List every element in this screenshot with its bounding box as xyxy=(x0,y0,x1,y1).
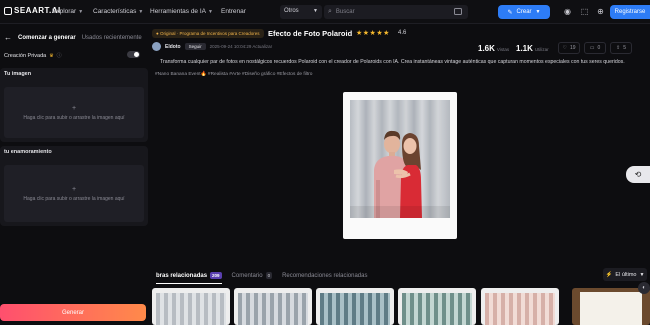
chevron-down-icon: ▼ xyxy=(639,271,645,278)
gift-icon[interactable]: ⬚ xyxy=(579,6,590,17)
related-thumbnail[interactable] xyxy=(481,288,559,325)
history-button[interactable]: ⟲ xyxy=(626,166,650,183)
tab-start-generating[interactable]: Comenzar a generar xyxy=(18,35,76,41)
plus-icon: + xyxy=(71,104,77,112)
plus-icon: + xyxy=(71,185,77,193)
back-arrow-icon[interactable]: ← xyxy=(4,33,12,42)
uses-stat: 1.1K Utilizar xyxy=(516,44,549,53)
couple-photo-illustration xyxy=(350,100,450,218)
private-toggle[interactable] xyxy=(127,51,140,58)
top-bar: SEAART.AI Explorar ▼ Características ▼ Her… xyxy=(0,0,650,24)
share-icon: ⇪ xyxy=(616,45,621,51)
related-thumbnail[interactable] xyxy=(398,288,476,325)
language-icon[interactable]: ⊕ xyxy=(595,6,606,17)
create-button[interactable]: ✎ Crear ▼ xyxy=(498,5,550,19)
active-tab-indicator xyxy=(156,283,222,284)
generate-button[interactable]: Generar xyxy=(0,304,146,321)
partner-dropzone[interactable]: + Haga clic para subir o arrastre la ima… xyxy=(4,165,144,222)
description: Transforma cualquier par de fotos en nos… xyxy=(160,59,625,65)
support-icon[interactable]: ◐ xyxy=(638,282,650,294)
left-panel-tabs: ← Comenzar a generar Usados recientement… xyxy=(4,33,142,42)
nav-features[interactable]: Características ▼ xyxy=(93,8,143,15)
nav-ai-tools[interactable]: Herramientas de IA ▼ xyxy=(150,8,213,15)
related-thumbnail[interactable] xyxy=(572,288,650,325)
rating-value: 4.6 xyxy=(398,30,407,36)
tab-comments[interactable]: Comentario 0 xyxy=(232,272,273,279)
related-thumbnail[interactable] xyxy=(152,288,230,325)
register-button[interactable]: Registrarse xyxy=(610,5,650,19)
private-creation-row: Creación Privada ♛ ⓘ xyxy=(4,51,144,59)
comment-button[interactable]: ▭ 0 xyxy=(584,42,606,54)
search-icon: ⌕ xyxy=(328,8,332,15)
image-section-title: Tu imagen xyxy=(4,71,32,77)
nav-explore[interactable]: Explorar ▼ xyxy=(52,8,83,15)
history-icon: ⟲ xyxy=(634,170,642,179)
page-title: Efecto de Foto Polaroid xyxy=(268,29,353,38)
tab-related-works[interactable]: bras relacionadas 209 xyxy=(156,272,222,279)
comment-icon: ▭ xyxy=(589,45,595,51)
tab-recently-used[interactable]: Usados recientemente xyxy=(82,35,142,41)
image-dropzone[interactable]: + Haga clic para subir o arrastre la ima… xyxy=(4,87,144,138)
image-upload-card: Tu imagen + Haga clic para subir o arras… xyxy=(0,68,148,142)
chevron-down-icon: ▼ xyxy=(535,9,541,15)
rating-stars: ★★★★★ xyxy=(356,30,390,37)
related-thumbnail[interactable] xyxy=(316,288,394,325)
original-badge: ● Original · Programa de Incentivos para… xyxy=(152,29,264,38)
chevron-down-icon: ▼ xyxy=(78,8,84,15)
avatar[interactable] xyxy=(152,42,161,51)
nav-train[interactable]: Entrenar xyxy=(221,8,246,15)
discord-icon[interactable]: ◉ xyxy=(562,6,573,17)
crown-icon: ♛ xyxy=(49,52,54,59)
chevron-down-icon: ▼ xyxy=(313,8,318,14)
update-date: 2025-09-24 10:04:29 Actualizar xyxy=(209,44,273,49)
partner-section-title: tu enamoramiento xyxy=(4,149,52,155)
sort-icon: ⚡ xyxy=(605,271,613,278)
share-button[interactable]: ⇪ 5 xyxy=(610,42,632,54)
like-button[interactable]: ♡ 19 xyxy=(558,42,580,54)
tab-recommendations[interactable]: Recomendaciones relacionadas xyxy=(282,273,367,279)
related-tabs: bras relacionadas 209 Comentario 0 Recomen… xyxy=(156,272,367,279)
related-thumbnail[interactable] xyxy=(234,288,312,325)
preview-polaroid[interactable] xyxy=(343,92,457,239)
partner-upload-card: tu enamoramiento + Haga clic para subir … xyxy=(0,146,148,226)
views-stat: 1.6K Vistas xyxy=(478,44,510,53)
chevron-down-icon: ▼ xyxy=(138,8,144,15)
logo-mark-icon xyxy=(4,6,12,15)
category-select[interactable]: Otros ▼ xyxy=(280,5,322,19)
author-row: Eldoto Seguir 2025-09-24 10:04:29 Actual… xyxy=(152,42,272,51)
preview-photo xyxy=(350,100,450,218)
badge-icon: ● xyxy=(156,31,159,36)
create-icon: ✎ xyxy=(507,9,513,16)
heart-icon: ♡ xyxy=(562,45,567,51)
image-search-icon[interactable] xyxy=(454,8,462,15)
tag-list[interactable]: #Nano Banana Event🔥 #Realista #Arte #Dis… xyxy=(155,72,312,77)
info-icon: ⓘ xyxy=(56,53,62,59)
sort-select[interactable]: ⚡ El último ▼ xyxy=(603,268,647,281)
chevron-down-icon: ▼ xyxy=(208,8,213,15)
follow-button[interactable]: Seguir xyxy=(184,43,206,50)
author-name[interactable]: Eldoto xyxy=(165,44,181,50)
search-input[interactable]: ⌕ Buscar xyxy=(324,5,468,19)
